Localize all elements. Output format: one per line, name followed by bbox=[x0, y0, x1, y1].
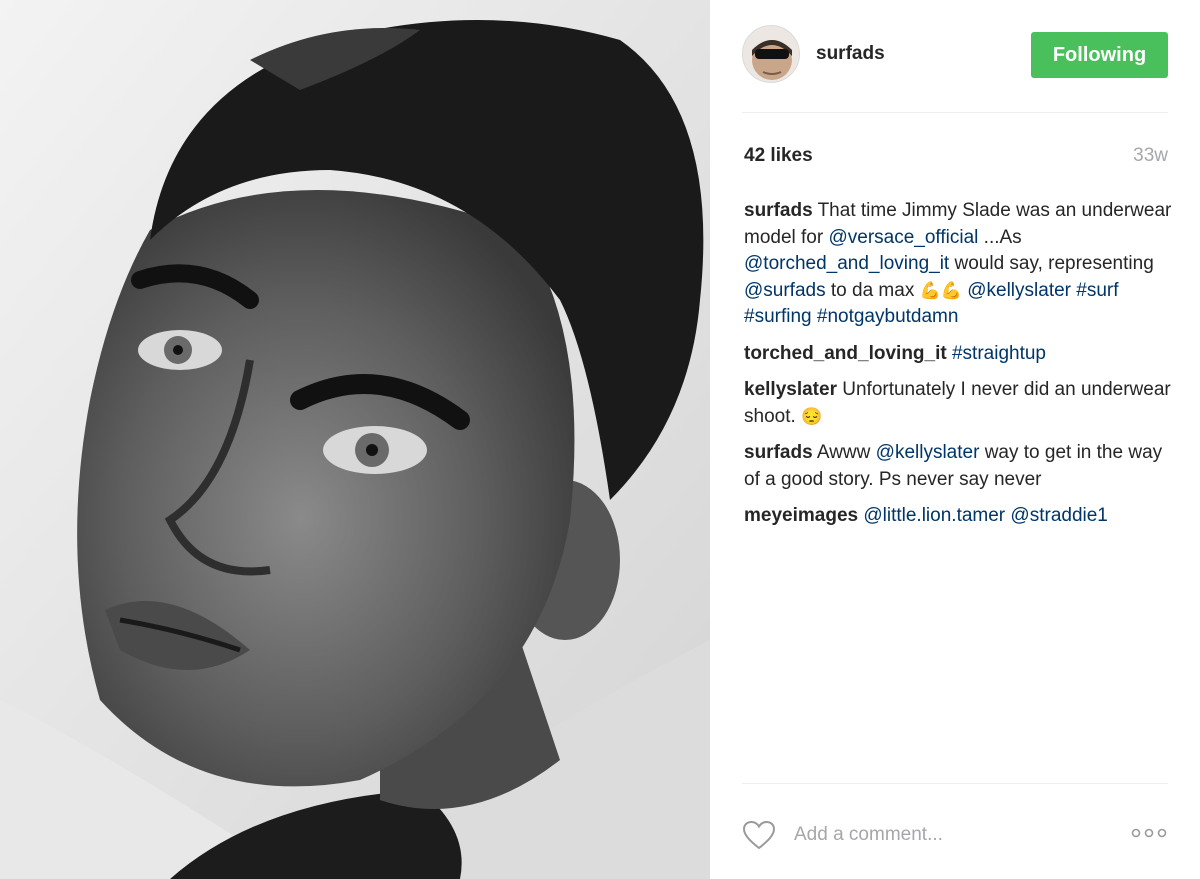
post-header: surfads Following bbox=[742, 24, 1168, 84]
comment-text: Awww bbox=[816, 442, 876, 463]
comment-username[interactable]: meyeimages bbox=[744, 505, 858, 526]
post-time[interactable]: 33w bbox=[1133, 145, 1168, 167]
mention-link[interactable]: @little.lion.tamer bbox=[863, 505, 1005, 526]
comment-text: to da max bbox=[825, 279, 920, 301]
post-meta: 42 likes 33w bbox=[744, 143, 1168, 169]
comment-item: surfads Awww @kellyslater way to get in … bbox=[744, 440, 1174, 493]
more-options-icon[interactable] bbox=[1130, 826, 1168, 840]
post-panel: surfads Following 42 likes 33w surfads T… bbox=[710, 0, 1200, 879]
divider bbox=[742, 112, 1168, 113]
post-username[interactable]: surfads bbox=[816, 43, 885, 65]
mention-link[interactable]: @surfads bbox=[744, 280, 826, 301]
hashtag-link[interactable]: #straightup bbox=[952, 343, 1046, 364]
emoji: 😔 bbox=[801, 406, 823, 426]
portrait-photo-icon bbox=[0, 0, 710, 879]
emoji: 💪💪 bbox=[919, 280, 962, 300]
mention-link[interactable]: @torched_and_loving_it bbox=[744, 253, 949, 274]
comments-list: surfads That time Jimmy Slade was an und… bbox=[744, 198, 1174, 540]
post-photo[interactable] bbox=[0, 0, 710, 879]
following-button[interactable]: Following bbox=[1031, 32, 1168, 78]
likes-count[interactable]: 42 likes bbox=[744, 145, 813, 167]
comment-username[interactable]: torched_and_loving_it bbox=[744, 343, 947, 364]
add-comment-input[interactable] bbox=[794, 824, 1124, 846]
hashtag-link[interactable]: #surf bbox=[1076, 280, 1118, 301]
avatar-icon bbox=[743, 26, 799, 82]
mention-link[interactable]: @versace_official bbox=[828, 227, 978, 248]
comment-username[interactable]: kellyslater bbox=[744, 379, 837, 400]
divider bbox=[742, 783, 1168, 784]
comment-item: kellyslater Unfortunately I never did an… bbox=[744, 377, 1174, 430]
comment-item: torched_and_loving_it #straightup bbox=[744, 341, 1174, 368]
mention-link[interactable]: @straddie1 bbox=[1010, 505, 1107, 526]
comment-item: surfads That time Jimmy Slade was an und… bbox=[744, 198, 1174, 331]
hashtag-link[interactable]: #surfing bbox=[744, 306, 812, 327]
mention-link[interactable]: @kellyslater bbox=[967, 280, 1071, 301]
hashtag-link[interactable]: #notgaybutdamn bbox=[817, 306, 959, 327]
comment-item: meyeimages @little.lion.tamer @straddie1 bbox=[744, 503, 1174, 530]
comment-text: would say, representing bbox=[949, 253, 1154, 274]
comment-text: ...As bbox=[978, 226, 1022, 248]
mention-link[interactable]: @kellyslater bbox=[876, 442, 980, 463]
heart-icon[interactable] bbox=[742, 820, 776, 850]
comment-username[interactable]: surfads bbox=[744, 200, 813, 221]
comment-username[interactable]: surfads bbox=[744, 442, 813, 463]
add-comment-row bbox=[742, 815, 1168, 855]
avatar[interactable] bbox=[742, 25, 800, 83]
